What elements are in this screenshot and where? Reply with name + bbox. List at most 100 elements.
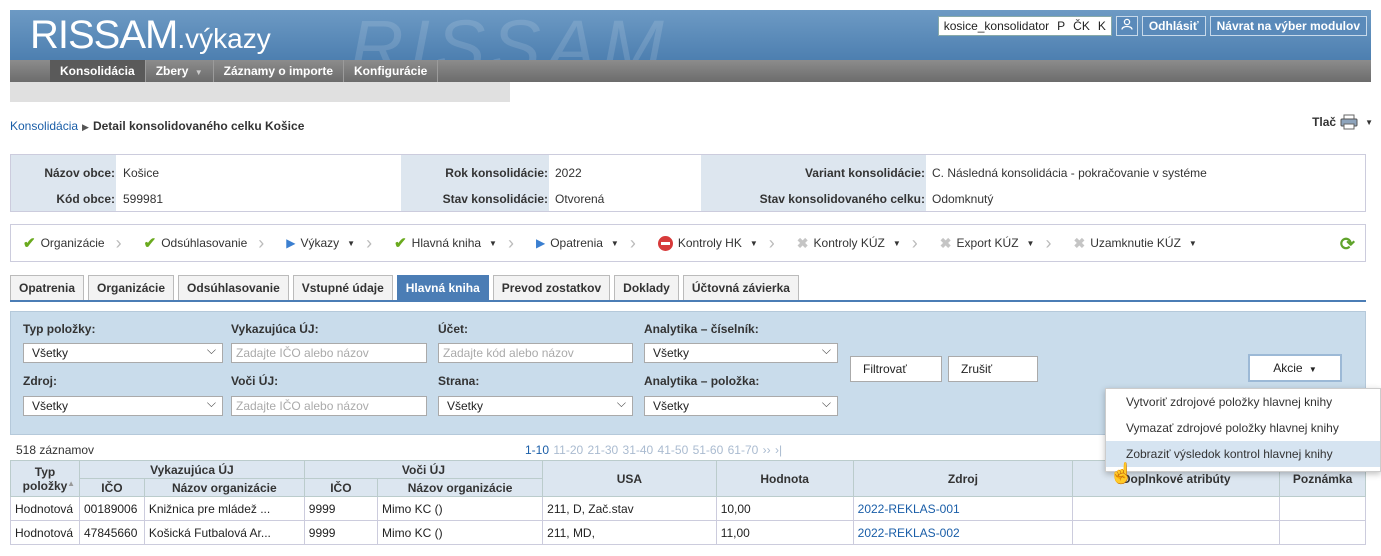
consolidation-year-value: 2022 bbox=[549, 166, 582, 180]
step-export-kuz[interactable]: ✖ Export KÚZ ▼ › bbox=[928, 233, 1062, 254]
analytics-codelist-select[interactable]: Všetky bbox=[644, 341, 838, 363]
item-type-select[interactable]: Všetky bbox=[23, 341, 223, 363]
source-link[interactable]: 2022-REKLAS-001 bbox=[858, 502, 960, 516]
tab-prevod-zostatkov[interactable]: Prevod zostatkov bbox=[492, 275, 611, 300]
col-counterparty-name[interactable]: Názov organizácie bbox=[376, 478, 544, 497]
cell-value: 11,00 bbox=[715, 520, 854, 545]
play-icon: ▶ bbox=[535, 236, 546, 250]
section-tabs: Opatrenia Organizácie Odsúhlasovanie Vst… bbox=[10, 272, 1366, 302]
cell-ico: 9999 bbox=[303, 520, 378, 545]
user-flag-k: K bbox=[1097, 19, 1106, 33]
sort-up-icon: ▲ bbox=[67, 479, 75, 488]
nav-item-konfiguracie[interactable]: Konfigurácie bbox=[344, 60, 439, 82]
main-nav: Konsolidácia Zbery ▼ Záznamy o importe K… bbox=[10, 60, 1371, 102]
refresh-icon[interactable]: ⟳ bbox=[1340, 234, 1355, 255]
tab-uctovna-zavierka[interactable]: Účtovná závierka bbox=[682, 275, 799, 300]
step-hlavna-kniha[interactable]: ✔ Hlavná kniha ▼ › bbox=[382, 233, 524, 254]
cancel-button[interactable]: Zrušiť bbox=[948, 356, 1038, 382]
logout-button[interactable]: Odhlásiť bbox=[1141, 16, 1206, 36]
source-link[interactable]: 2022-REKLAS-002 bbox=[858, 526, 960, 540]
analytics-codelist-label: Analytika – číselník: bbox=[644, 322, 759, 336]
step-label: Opatrenia bbox=[550, 236, 603, 250]
col-reporting-ico[interactable]: IČO bbox=[79, 478, 145, 497]
analytics-item-select[interactable]: Všetky bbox=[644, 394, 838, 416]
print-button[interactable]: Tlač ▼ bbox=[1312, 114, 1373, 130]
account-input[interactable]: Zadajte kód alebo názov bbox=[438, 343, 633, 363]
chevron-right-icon: › bbox=[366, 232, 373, 253]
chevron-down-icon: ▼ bbox=[749, 238, 758, 248]
breadcrumb-separator-icon: ▶ bbox=[82, 122, 89, 132]
step-opatrenia[interactable]: ▶ Opatrenia ▼ › bbox=[524, 233, 646, 254]
step-label: Kontroly HK bbox=[677, 236, 742, 250]
step-organizacie[interactable]: ✔ Organizácie › bbox=[11, 233, 132, 254]
check-icon: ✔ bbox=[143, 235, 157, 252]
disabled-x-icon: ✖ bbox=[796, 234, 809, 251]
page-last-icon[interactable]: ›| bbox=[775, 443, 782, 457]
menu-item-show-check-results[interactable]: Zobraziť výsledok kontrol hlavnej knihy bbox=[1106, 441, 1380, 467]
app-logo[interactable]: RISSAM.výkazy bbox=[30, 13, 271, 58]
ledger-table: Typ položky ▲ Vykazujúca ÚJ Voči ÚJ USA H… bbox=[10, 460, 1366, 545]
col-item-type[interactable]: Typ položky ▲ bbox=[10, 460, 80, 497]
step-label: Organizácie bbox=[40, 236, 105, 250]
actions-button[interactable]: Akcie ▼ bbox=[1248, 354, 1342, 382]
step-label: Kontroly KÚZ bbox=[813, 236, 885, 250]
tab-vstupne-udaje[interactable]: Vstupné údaje bbox=[292, 275, 393, 300]
col-reporting-name[interactable]: Názov organizácie bbox=[143, 478, 305, 497]
source-label: Zdroj: bbox=[23, 374, 57, 388]
step-kontroly-kuz[interactable]: ✖ Kontroly KÚZ ▼ › bbox=[785, 233, 928, 254]
cell-type: Hodnotová bbox=[10, 496, 80, 521]
col-usa[interactable]: USA bbox=[542, 460, 717, 497]
col-value[interactable]: Hodnota bbox=[715, 460, 854, 497]
chevron-down-icon: ▼ bbox=[1308, 365, 1317, 374]
back-to-modules-button[interactable]: Návrat na výber modulov bbox=[1209, 16, 1367, 36]
reporting-unit-input[interactable]: Zadajte IČO alebo názov bbox=[231, 343, 427, 363]
nav-item-konsolidacia[interactable]: Konsolidácia bbox=[50, 60, 146, 82]
page-current[interactable]: 1-10 bbox=[525, 443, 549, 457]
cell-note bbox=[1279, 520, 1366, 545]
cell-name: Košická Futbalová Ar... bbox=[143, 520, 305, 545]
user-flag-p: P bbox=[1057, 19, 1066, 33]
check-icon: ✔ bbox=[23, 235, 36, 252]
col-source[interactable]: Zdroj bbox=[852, 460, 1074, 497]
side-select[interactable]: Všetky bbox=[438, 394, 633, 416]
unit-state-label: Stav konsolidovaného celku: bbox=[759, 192, 925, 206]
tab-doklady[interactable]: Doklady bbox=[614, 275, 679, 300]
actions-label: Akcie bbox=[1273, 361, 1303, 375]
cell-extra bbox=[1072, 520, 1281, 545]
tab-opatrenia[interactable]: Opatrenia bbox=[10, 275, 85, 300]
nav-items: Konsolidácia Zbery ▼ Záznamy o importe K… bbox=[50, 60, 439, 82]
tab-organizacie[interactable]: Organizácie bbox=[88, 275, 175, 300]
municipality-code-value: 599981 bbox=[117, 192, 164, 206]
step-label: Odsúhlasovanie bbox=[161, 236, 248, 250]
breadcrumb-root[interactable]: Konsolidácia bbox=[10, 119, 78, 133]
step-label: Uzamknutie KÚZ bbox=[1090, 236, 1181, 250]
chevron-down-icon: ▼ bbox=[1365, 117, 1373, 127]
nav-subbar bbox=[10, 82, 510, 102]
menu-item-delete-source[interactable]: Vymazať zdrojové položky hlavnej knihy bbox=[1106, 415, 1380, 441]
table-row[interactable]: Hodnotová 47845660 Košická Futbalová Ar.… bbox=[10, 520, 1366, 545]
source-select[interactable]: Všetky bbox=[23, 394, 223, 416]
play-icon: ▶ bbox=[286, 236, 296, 250]
step-kontroly-hk[interactable]: Kontroly HK ▼ › bbox=[646, 233, 785, 254]
chevron-down-icon: ▼ bbox=[194, 68, 203, 77]
counterparty-input[interactable]: Zadajte IČO alebo názov bbox=[231, 396, 427, 416]
cell-type: Hodnotová bbox=[10, 520, 80, 545]
page-next-icon[interactable]: ›› bbox=[763, 443, 771, 457]
cell-name: Mimo KC () bbox=[376, 520, 544, 545]
user-profile-button[interactable] bbox=[1115, 16, 1138, 36]
username: kosice_konsolidator bbox=[943, 19, 1050, 33]
municipality-name-value: Košice bbox=[117, 166, 160, 180]
nav-item-zaznamy[interactable]: Záznamy o importe bbox=[214, 60, 344, 82]
tab-hlavna-kniha[interactable]: Hlavná kniha bbox=[396, 275, 489, 300]
step-odsuhlasovanie[interactable]: ✔ Odsúhlasovanie › bbox=[132, 233, 275, 254]
step-uzamknutie-kuz[interactable]: ✖ Uzamknutie KÚZ ▼ bbox=[1061, 235, 1206, 252]
step-vykazy[interactable]: ▶ Výkazy ▼ › bbox=[274, 233, 382, 254]
filter-button[interactable]: Filtrovať bbox=[850, 356, 942, 382]
nav-item-zbery[interactable]: Zbery ▼ bbox=[146, 60, 214, 82]
col-counterparty-ico[interactable]: IČO bbox=[303, 478, 378, 497]
table-row[interactable]: Hodnotová 00189006 Knižnica pre mládež .… bbox=[10, 496, 1366, 521]
chevron-down-icon: ▼ bbox=[489, 238, 497, 248]
menu-item-create-source[interactable]: Vytvoriť zdrojové položky hlavnej knihy bbox=[1106, 389, 1380, 415]
tab-odsuhlasovanie[interactable]: Odsúhlasovanie bbox=[178, 275, 289, 300]
page-links[interactable]: 11-20 21-30 31-40 41-50 51-60 61-70 bbox=[553, 443, 758, 457]
